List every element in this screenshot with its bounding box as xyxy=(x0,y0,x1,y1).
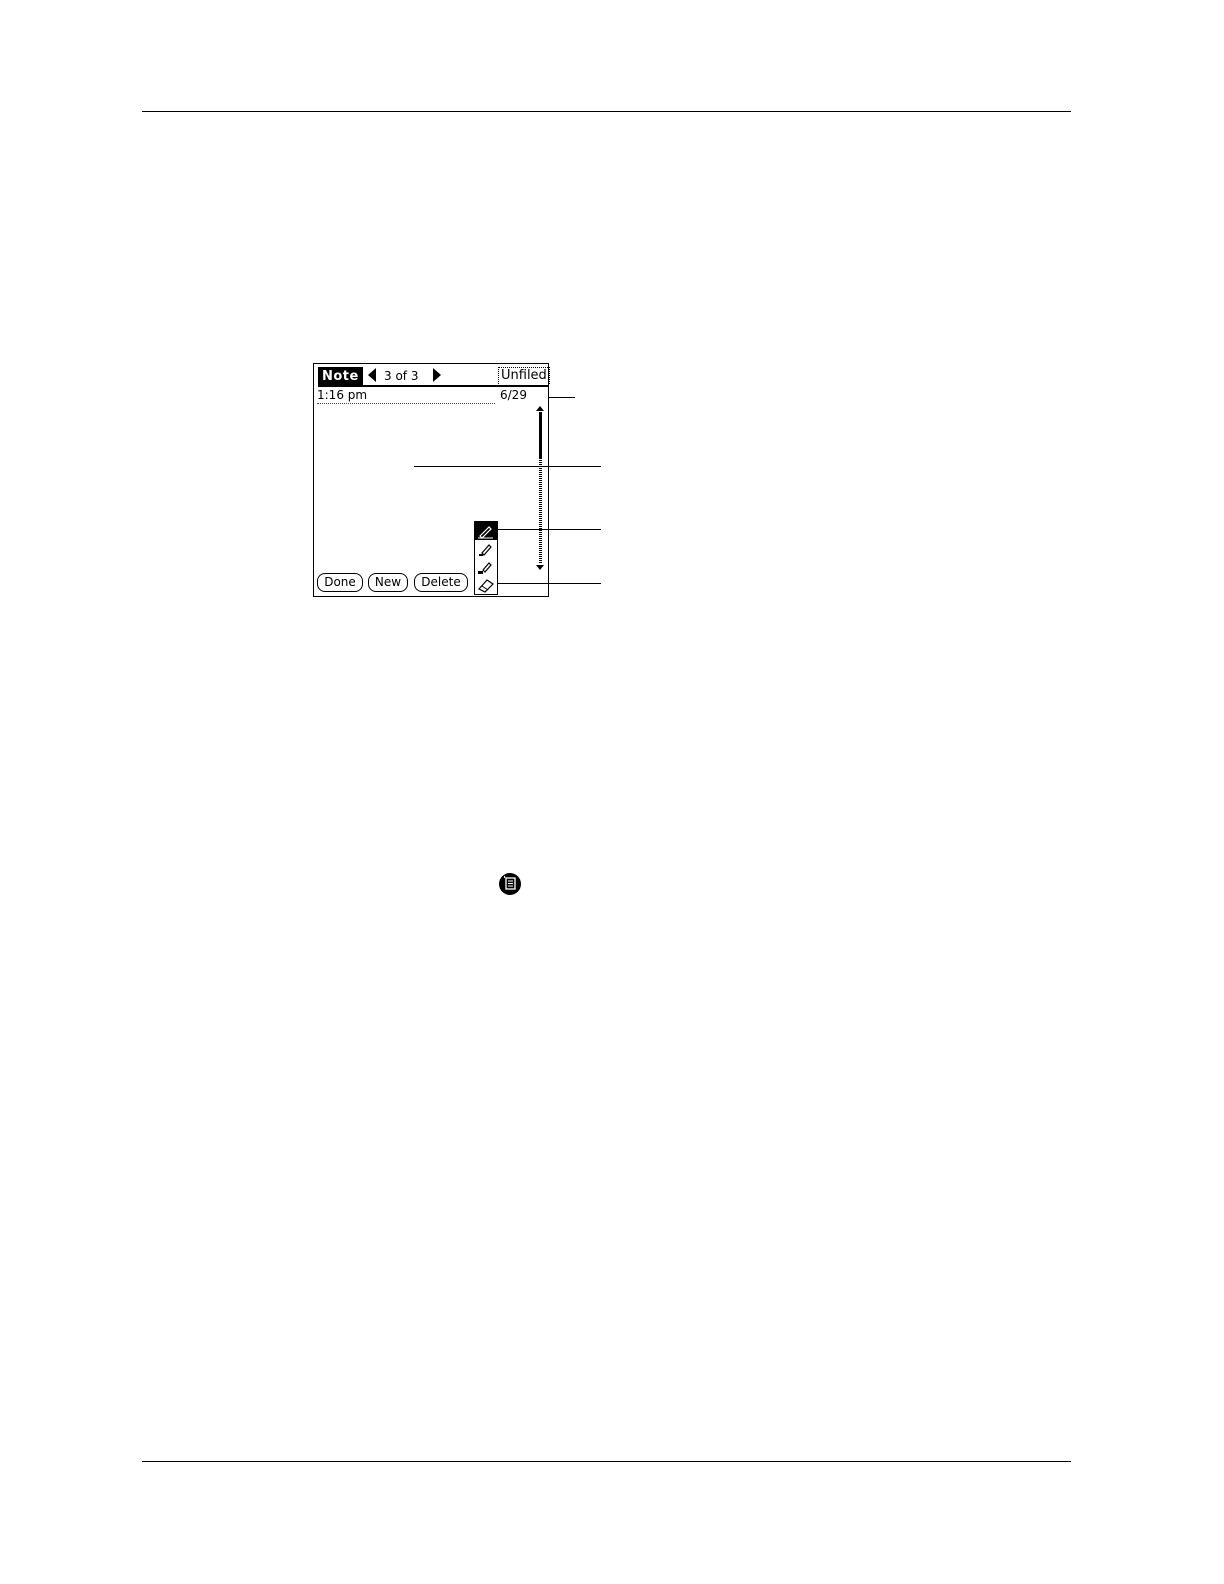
callout-line-date xyxy=(548,397,575,398)
callout-line-pen-tools xyxy=(498,529,601,530)
note-pad-screen: Note 3 of 3 Unfiled 1:16 pm 6/29 Done Ne… xyxy=(313,363,550,597)
footer-rule xyxy=(142,1461,1071,1462)
note-time: 1:16 pm xyxy=(317,388,368,402)
note-date: 6/29 xyxy=(500,388,527,402)
delete-button[interactable]: Delete xyxy=(414,573,468,592)
new-button[interactable]: New xyxy=(368,573,408,592)
category-pick-list[interactable]: Unfiled xyxy=(498,367,550,384)
scroll-thumb[interactable] xyxy=(539,412,542,458)
scroll-up-arrow-icon[interactable] xyxy=(536,406,544,411)
scroll-down-arrow-icon[interactable] xyxy=(536,565,544,570)
bold-pen-icon[interactable] xyxy=(475,558,497,576)
header-dotted-divider xyxy=(317,403,495,404)
medium-pen-icon[interactable] xyxy=(475,540,497,558)
title-bar: Note 3 of 3 Unfiled xyxy=(316,366,550,387)
header-rule xyxy=(142,111,1071,112)
previous-note-arrow-icon[interactable] xyxy=(368,368,376,382)
pen-tool-palette xyxy=(474,521,498,595)
drawing-area[interactable] xyxy=(317,406,531,576)
title-underline xyxy=(318,385,548,387)
next-note-arrow-icon[interactable] xyxy=(433,368,441,382)
fine-pen-icon[interactable] xyxy=(475,522,497,540)
callout-line-drawing-area xyxy=(414,466,601,467)
scrollbar[interactable] xyxy=(539,412,542,564)
done-button[interactable]: Done xyxy=(317,573,363,592)
callout-line-eraser xyxy=(498,583,601,584)
eraser-icon[interactable] xyxy=(475,576,497,594)
record-count: 3 of 3 xyxy=(384,369,419,383)
app-title[interactable]: Note xyxy=(318,367,363,386)
memo-pad-icon xyxy=(499,873,521,895)
